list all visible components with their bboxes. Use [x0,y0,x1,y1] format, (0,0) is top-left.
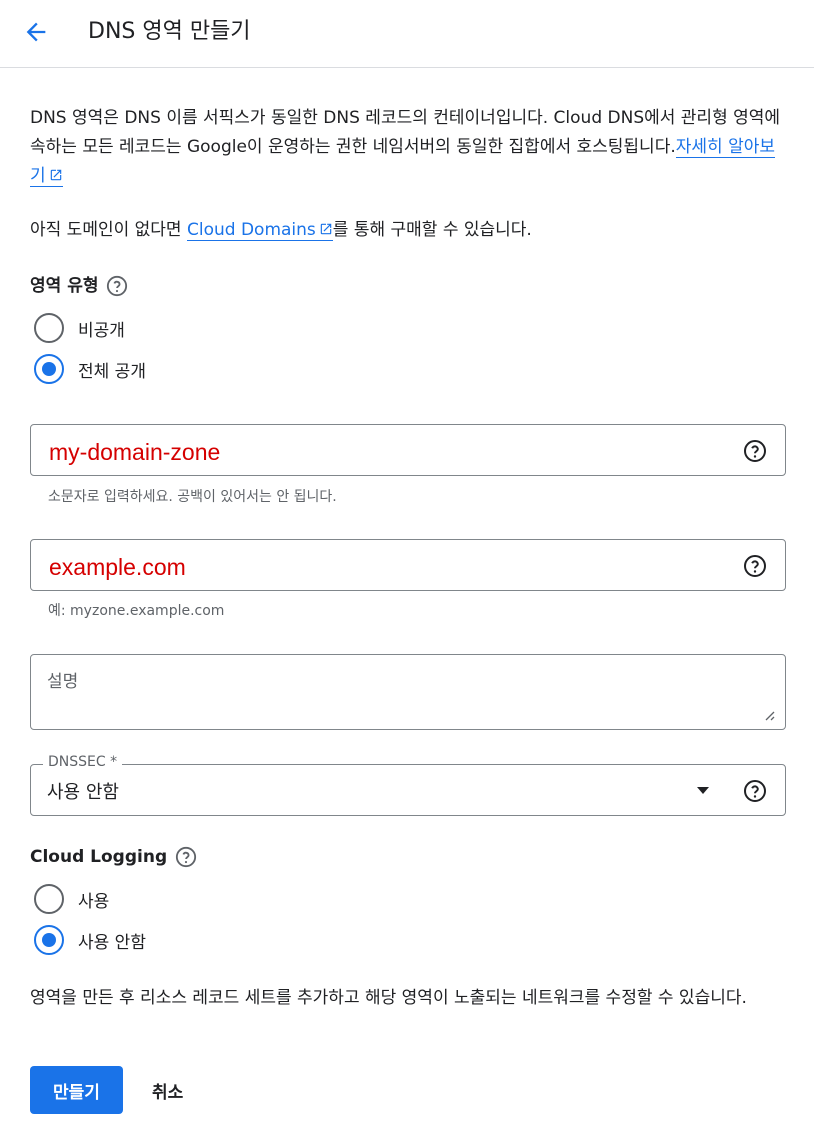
footer-note: 영역을 만든 후 리소스 레코드 세트를 추가하고 해당 영역이 노출되는 네트… [30,988,747,1008]
logging-enable-option[interactable]: 사용 [34,884,109,914]
arrow-back-icon [26,22,46,42]
radio-checked[interactable] [34,354,64,384]
create-button[interactable]: 만들기 [30,1066,123,1114]
dns-name-hint: 예: myzone.example.com [48,603,225,619]
back-button[interactable] [18,14,54,50]
external-link-icon [50,169,61,181]
zone-name-field[interactable] [30,424,786,476]
external-link-icon [320,223,332,235]
help-icon[interactable] [743,779,767,803]
cancel-button[interactable]: 취소 [140,1066,195,1114]
zone-type-label: 영역 유형 [30,274,128,298]
resize-handle-icon[interactable] [761,707,775,721]
page-title: DNS 영역 만들기 [88,19,251,44]
top-bar: DNS 영역 만들기 [0,0,814,68]
zone-name-hint: 소문자로 입력하세요. 공백이 있어서는 안 됩니다. [48,489,337,505]
dnssec-label: DNSSEC * [43,754,123,770]
dropdown-arrow-icon[interactable] [697,787,709,794]
radio-checked[interactable] [34,925,64,955]
help-icon[interactable] [175,846,197,868]
domains-note: 아직 도메인이 없다면 Cloud Domains 를 통해 구매할 수 있습니다… [30,216,532,245]
zone-name-input[interactable] [49,435,729,469]
zone-type-private-option[interactable]: 비공개 [34,313,125,343]
help-icon[interactable] [106,275,128,297]
help-icon[interactable] [743,439,767,463]
dnssec-select[interactable]: DNSSEC * 사용 안함 [30,754,786,816]
logging-disable-option[interactable]: 사용 안함 [34,925,146,955]
domains-suffix: 를 통해 구매할 수 있습니다. [332,220,532,240]
intro-text: DNS 영역은 DNS 이름 서픽스가 동일한 DNS 레코드의 컨테이너입니다… [30,108,781,157]
dns-name-field[interactable] [30,539,786,591]
cloud-logging-label: Cloud Logging [30,845,197,869]
dnssec-value: 사용 안함 [47,782,119,803]
intro-description: DNS 영역은 DNS 이름 서픽스가 동일한 DNS 레코드의 컨테이너입니다… [30,104,790,191]
dns-name-input[interactable] [49,550,729,584]
radio-unchecked[interactable] [34,313,64,343]
domains-prefix: 아직 도메인이 없다면 [30,220,187,240]
description-textarea[interactable]: 설명 [30,654,786,730]
description-placeholder: 설명 [47,672,79,692]
zone-type-public-option[interactable]: 전체 공개 [34,354,146,384]
help-icon[interactable] [743,554,767,578]
radio-unchecked[interactable] [34,884,64,914]
cloud-domains-link[interactable]: Cloud Domains [186,220,333,241]
